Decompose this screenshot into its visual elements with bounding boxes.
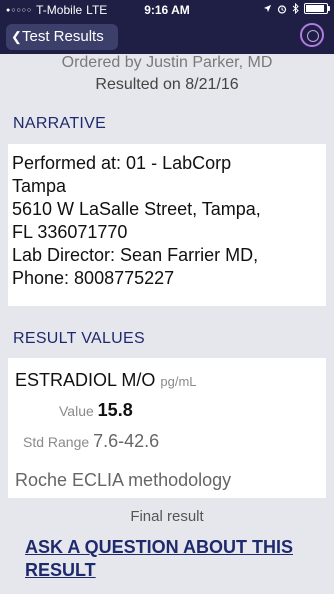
narrative-heading: NARRATIVE bbox=[13, 115, 107, 132]
test-unit: pg/mL bbox=[160, 374, 197, 389]
narrative-line: Performed at: 01 - LabCorp bbox=[12, 153, 232, 173]
test-name: ESTRADIOL M/O bbox=[15, 370, 156, 390]
narrative-line: Lab Director: Sean Farrier MD, bbox=[12, 245, 259, 265]
bluetooth-icon bbox=[292, 3, 299, 14]
narrative-line: 5610 W LaSalle Street, Tampa, bbox=[12, 199, 261, 219]
narrative-line: Phone: 8008775227 bbox=[12, 268, 175, 288]
ordered-by: Ordered by Justin Parker, MD bbox=[61, 54, 273, 71]
narrative-line: FL 336071770 bbox=[12, 222, 128, 242]
test-name-row: ESTRADIOL M/O pg/mL bbox=[15, 370, 197, 391]
status-bar: ●○○○○ T-Mobile LTE 9:16 AM bbox=[0, 0, 334, 20]
methodology: Roche ECLIA methodology bbox=[15, 470, 232, 490]
result-value: 15.8 bbox=[97, 400, 133, 420]
back-button[interactable]: ❮ Test Results bbox=[6, 24, 118, 50]
narrative-line: Tampa bbox=[12, 176, 67, 196]
range-label: Std Range bbox=[23, 434, 90, 450]
resulted-on: Resulted on 8/21/16 bbox=[95, 76, 239, 93]
standard-range: 7.6-42.6 bbox=[93, 431, 160, 451]
nav-bar: ❮ Test Results bbox=[0, 20, 334, 54]
result-status: Final result bbox=[130, 508, 204, 525]
narrative-card: Performed at: 01 - LabCorp Tampa 5610 W … bbox=[8, 144, 326, 306]
ask-question-link[interactable]: ASK A QUESTION ABOUT THIS RESULT bbox=[25, 536, 325, 582]
profile-avatar-inner bbox=[307, 30, 319, 42]
battery-icon bbox=[304, 3, 330, 14]
chevron-left-icon: ❮ bbox=[11, 29, 22, 44]
battery-level bbox=[306, 5, 324, 12]
result-values-heading: RESULT VALUES bbox=[13, 330, 145, 347]
profile-avatar-icon[interactable] bbox=[300, 23, 324, 47]
range-row: Std Range 7.6-42.6 bbox=[23, 431, 159, 452]
status-right bbox=[263, 3, 330, 14]
value-label: Value bbox=[59, 403, 94, 419]
result-card: ESTRADIOL M/O pg/mL Value 15.8 Std Range… bbox=[8, 358, 326, 498]
value-row: Value 15.8 bbox=[59, 400, 133, 421]
back-button-label: Test Results bbox=[22, 28, 104, 45]
alarm-icon bbox=[277, 4, 287, 14]
location-arrow-icon bbox=[263, 4, 272, 13]
